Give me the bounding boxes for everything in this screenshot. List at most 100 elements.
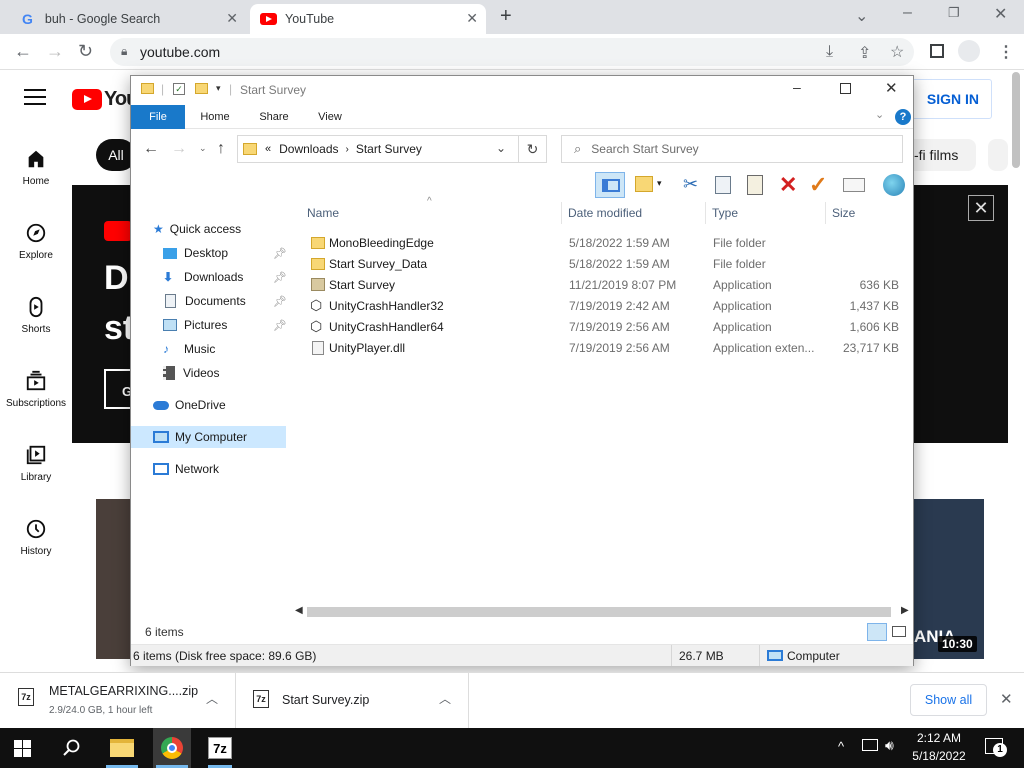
- nav-downloads[interactable]: ⬇ Downloads 📌︎: [163, 266, 287, 288]
- scroll-left-icon[interactable]: ◀: [295, 605, 303, 616]
- sidebar-item-explore[interactable]: Explore: [0, 222, 72, 261]
- nav-videos[interactable]: Videos: [163, 362, 219, 384]
- scroll-right-icon[interactable]: ▶: [901, 605, 909, 616]
- globe-icon[interactable]: [883, 174, 905, 196]
- search-box[interactable]: ⌕ Search Start Survey: [561, 135, 903, 163]
- clock-time[interactable]: 2:12 AM: [914, 731, 964, 745]
- clock-date[interactable]: 5/18/2022: [910, 749, 968, 763]
- sidebar-item-subscriptions[interactable]: Subscriptions: [0, 370, 72, 409]
- forward-icon[interactable]: →: [46, 41, 64, 62]
- notification-center-icon[interactable]: 1: [985, 738, 1007, 757]
- pin-icon[interactable]: 📌︎: [273, 319, 287, 332]
- nav-pictures[interactable]: Pictures 📌︎: [163, 314, 287, 336]
- forward-icon[interactable]: →: [171, 140, 187, 158]
- tab-file[interactable]: File: [131, 105, 185, 129]
- pin-icon[interactable]: 📌︎: [273, 247, 287, 260]
- maximize-icon[interactable]: [840, 83, 851, 94]
- column-header-name[interactable]: Name: [307, 206, 339, 220]
- chip-next[interactable]: [988, 139, 1008, 171]
- tab-google-search[interactable]: G buh - Google Search ✕: [12, 4, 246, 34]
- horizontal-scrollbar[interactable]: ◀ ▶: [293, 604, 913, 620]
- customize-quick-access-icon[interactable]: ▾: [216, 83, 221, 94]
- file-row[interactable]: ⬡ UnityCrashHandler32 7/19/2019 2:42 AM …: [307, 296, 907, 317]
- details-view-icon[interactable]: [867, 623, 887, 641]
- sidebar-item-shorts[interactable]: Shorts: [0, 296, 72, 335]
- tab-search-icon[interactable]: ⌄: [855, 6, 868, 26]
- help-icon[interactable]: ?: [895, 109, 911, 125]
- column-header-size[interactable]: Size: [832, 206, 855, 220]
- chrome-taskbar-button[interactable]: [153, 728, 191, 768]
- address-dropdown-icon[interactable]: ⌄: [496, 141, 506, 155]
- sidebar-item-home[interactable]: Home: [0, 148, 72, 187]
- tab-home[interactable]: Home: [191, 105, 239, 129]
- reload-icon[interactable]: ↻: [78, 41, 93, 62]
- hamburger-menu-icon[interactable]: [24, 89, 46, 105]
- overflow-chevron-icon[interactable]: «: [265, 143, 271, 155]
- back-icon[interactable]: ←: [14, 41, 32, 62]
- new-folder-icon[interactable]: [195, 83, 208, 94]
- video-thumbnail[interactable]: ANIA 10:30: [914, 499, 984, 659]
- views-icon[interactable]: [635, 176, 653, 192]
- file-row[interactable]: MonoBleedingEdge 5/18/2022 1:59 AM File …: [307, 233, 907, 254]
- file-row[interactable]: ⬡ UnityCrashHandler64 7/19/2019 2:56 AM …: [307, 317, 907, 338]
- banner-close-icon[interactable]: ✕: [968, 195, 994, 221]
- chevron-up-icon[interactable]: ︿: [206, 690, 218, 707]
- cut-icon[interactable]: ✂: [683, 174, 698, 195]
- minimize-icon[interactable]: –: [793, 79, 801, 95]
- breadcrumb-separator-icon[interactable]: ›: [346, 144, 349, 155]
- copy-icon[interactable]: [715, 176, 731, 194]
- column-header-date[interactable]: Date modified: [568, 206, 642, 220]
- tab-view[interactable]: View: [307, 105, 353, 129]
- pin-icon[interactable]: 📌︎: [273, 295, 287, 308]
- file-explorer-taskbar-icon[interactable]: [110, 739, 134, 757]
- paste-icon[interactable]: [747, 175, 763, 195]
- side-panel-icon[interactable]: [930, 44, 944, 58]
- close-shelf-icon[interactable]: ✕: [1000, 690, 1013, 708]
- share-icon[interactable]: ⇪: [858, 43, 871, 63]
- nav-music[interactable]: ♪ Music: [163, 338, 215, 360]
- chevron-up-icon[interactable]: ︿: [439, 690, 451, 707]
- search-icon[interactable]: [63, 739, 81, 757]
- download-item[interactable]: 7z METALGEARRIXING....zip 2.9/24.0 GB, 1…: [0, 673, 236, 728]
- rename-icon[interactable]: [843, 178, 865, 192]
- file-row[interactable]: Start Survey_Data 5/18/2022 1:59 AM File…: [307, 254, 907, 275]
- network-icon[interactable]: [862, 739, 878, 751]
- nav-my-computer[interactable]: My Computer: [131, 426, 286, 448]
- recent-locations-icon[interactable]: ⌄: [199, 143, 207, 154]
- pin-icon[interactable]: 📌︎: [273, 271, 287, 284]
- download-item[interactable]: 7z Start Survey.zip ︿: [237, 673, 469, 728]
- windows-start-icon[interactable]: [14, 740, 31, 757]
- nav-documents[interactable]: Documents 📌︎: [163, 290, 287, 312]
- youtube-logo[interactable]: You: [72, 88, 138, 111]
- expand-ribbon-icon[interactable]: ⌄: [875, 108, 884, 121]
- scroll-thumb[interactable]: [307, 607, 891, 617]
- file-row[interactable]: UnityPlayer.dll 7/19/2019 2:56 AM Applic…: [307, 338, 907, 359]
- column-header-type[interactable]: Type: [712, 206, 738, 220]
- breadcrumb-downloads[interactable]: Downloads: [279, 142, 338, 156]
- address-bar[interactable]: « Downloads › Start Survey ⌄: [237, 135, 519, 163]
- up-icon[interactable]: ↑: [217, 140, 225, 158]
- bookmark-star-icon[interactable]: ☆: [890, 42, 904, 62]
- nav-onedrive[interactable]: OneDrive: [153, 394, 226, 416]
- new-tab-button[interactable]: +: [500, 5, 512, 28]
- page-scrollbar[interactable]: [1012, 72, 1020, 168]
- sidebar-item-history[interactable]: History: [0, 518, 72, 557]
- refresh-icon[interactable]: ↻: [519, 135, 547, 163]
- nav-quick-access[interactable]: ★ Quick access: [153, 218, 241, 240]
- tab-share[interactable]: Share: [249, 105, 299, 129]
- menu-dots-icon[interactable]: ⋮: [998, 42, 1014, 62]
- restore-icon[interactable]: ❐: [948, 5, 960, 21]
- breadcrumb-current[interactable]: Start Survey: [356, 142, 422, 156]
- install-icon[interactable]: ⤓: [826, 43, 833, 61]
- file-row[interactable]: Start Survey 11/21/2019 8:07 PM Applicat…: [307, 275, 907, 296]
- show-hidden-icons-icon[interactable]: ^: [838, 739, 844, 754]
- close-tab-icon[interactable]: ✕: [466, 10, 478, 27]
- nav-network[interactable]: Network: [153, 458, 219, 480]
- properties-icon[interactable]: ✓: [173, 83, 185, 95]
- close-icon[interactable]: ✕: [885, 79, 898, 97]
- minimize-icon[interactable]: –: [903, 4, 912, 22]
- large-icons-view-icon[interactable]: [892, 626, 906, 637]
- checkmark-icon[interactable]: ✓: [809, 172, 827, 198]
- show-all-button[interactable]: Show all: [910, 684, 987, 716]
- nav-desktop[interactable]: Desktop 📌︎: [163, 242, 287, 264]
